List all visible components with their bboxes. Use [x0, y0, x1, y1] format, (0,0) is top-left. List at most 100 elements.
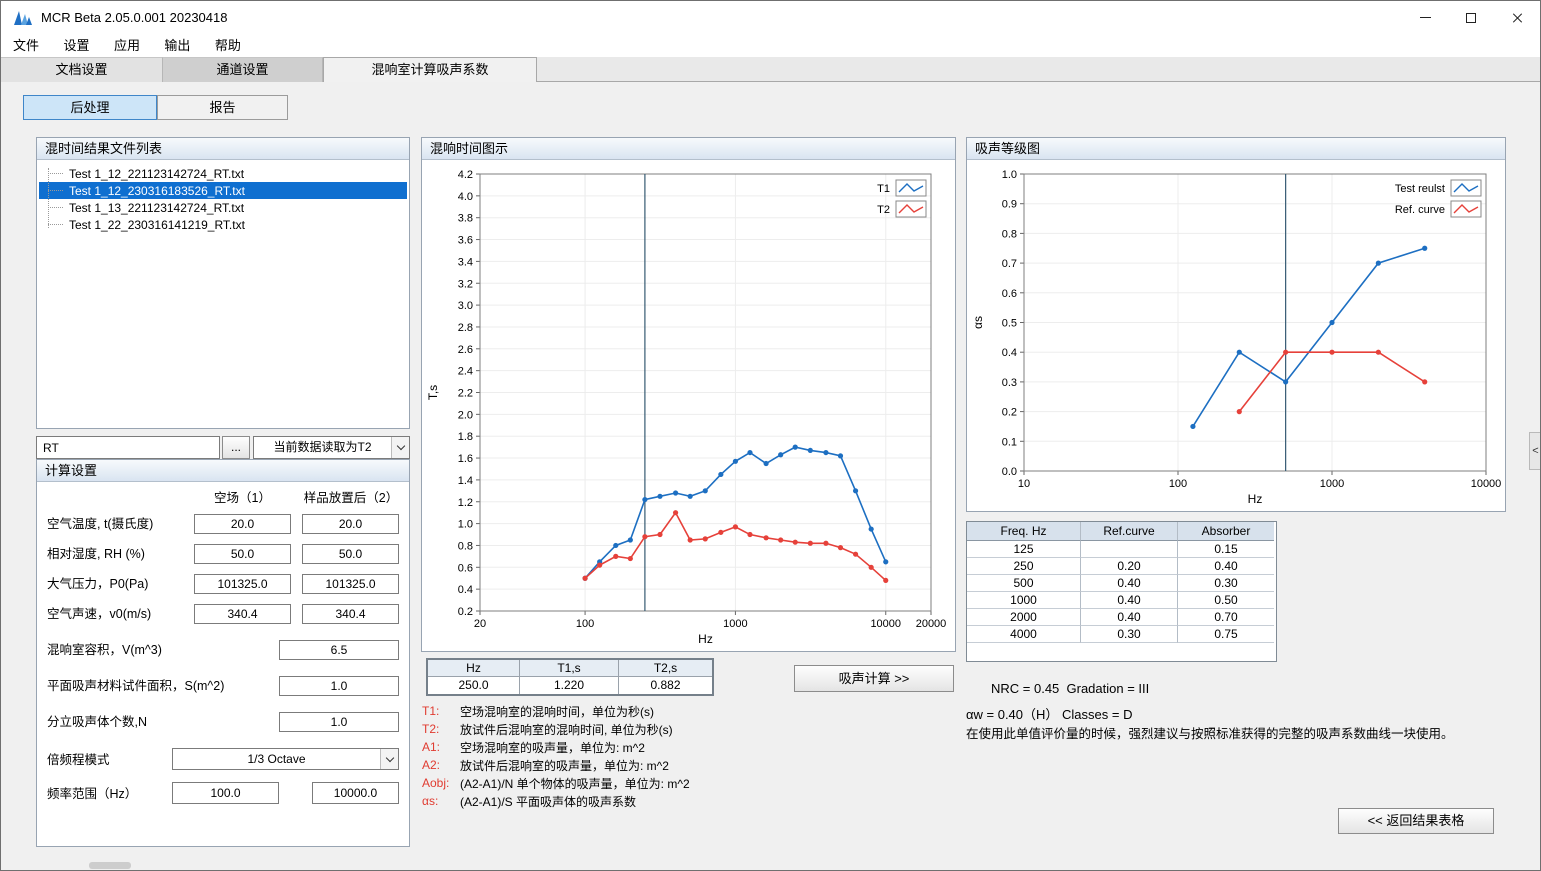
tree-rail	[48, 168, 49, 228]
table-row[interactable]: 125 0.15	[967, 541, 1276, 558]
svg-text:100: 100	[1169, 478, 1187, 490]
scrollbar-fragment[interactable]	[89, 862, 131, 869]
chevron-down-icon	[391, 437, 409, 458]
note-text: 放试件后混响室的混响时间, 单位为秒(s)	[460, 721, 673, 738]
tab-document-settings[interactable]: 文档设置	[1, 57, 163, 82]
cursor-t1-value: 1.220	[520, 677, 619, 694]
room-volume-label: 混响室容积，V(m^3)	[47, 640, 162, 660]
sample-area-field[interactable]	[279, 676, 399, 696]
freq-max-field[interactable]	[312, 782, 399, 804]
cell-absorber: 0.75	[1178, 626, 1274, 643]
file-item[interactable]: Test 1_13_221123142724_RT.txt	[37, 199, 409, 216]
titlebar: MCR Beta 2.05.0.001 20230418	[1, 1, 1540, 34]
pressure-field-1[interactable]	[194, 574, 291, 594]
nrc-summary: NRC = 0.45 Gradation = III	[991, 681, 1149, 696]
file-item-selected[interactable]: Test 1_12_230316183526_RT.txt	[39, 182, 407, 199]
octave-mode-select[interactable]: 1/3 Octave	[172, 748, 399, 770]
svg-text:0.6: 0.6	[1002, 288, 1017, 300]
svg-text:T,s: T,s	[426, 385, 440, 400]
air-temp-field-1[interactable]	[194, 514, 291, 534]
rt-cursor-table-row: 250.0 1.220 0.882	[428, 677, 712, 694]
file-item[interactable]: Test 1_12_221123142724_RT.txt	[37, 165, 409, 182]
table-row[interactable]: 2000 0.40 0.70	[967, 609, 1276, 626]
file-item-label: Test 1_22_230316141219_RT.txt	[69, 218, 245, 232]
svg-text:0.8: 0.8	[1002, 228, 1017, 240]
pressure-field-2[interactable]	[302, 574, 399, 594]
menu-file[interactable]: 文件	[3, 34, 49, 57]
menu-apply[interactable]: 应用	[104, 34, 150, 57]
browse-button[interactable]: ...	[222, 436, 250, 459]
cell-freq: 1000	[967, 592, 1081, 609]
humidity-field-2[interactable]	[302, 544, 399, 564]
menu-help[interactable]: 帮助	[205, 34, 251, 57]
table-row[interactable]: 4000 0.30 0.75	[967, 626, 1276, 643]
alpha-w-summary: αw = 0.40（H） Classes = D	[966, 704, 1132, 723]
table-row[interactable]: 1000 0.40 0.50	[967, 592, 1276, 609]
rating-table: Freq. Hz Ref.curve Absorber 125 0.15 250…	[966, 521, 1277, 662]
cell-absorber: 0.40	[1178, 558, 1274, 575]
note-aobj: Aobj: (A2-A1)/N 单个物体的吸声量，单位为: m^2	[422, 774, 690, 792]
close-button[interactable]	[1494, 1, 1540, 34]
data-target-value: 当前数据读取为T2	[254, 437, 391, 458]
svg-text:0.6: 0.6	[458, 562, 473, 574]
note-text: 空场混响室的混响时间，单位为秒(s)	[460, 703, 654, 720]
note-text: 放试件后混响室的吸声量，单位为: m^2	[460, 757, 669, 774]
return-results-button[interactable]: << 返回结果表格	[1338, 808, 1494, 834]
freq-min-field[interactable]	[172, 782, 279, 804]
app-window: MCR Beta 2.05.0.001 20230418 文件 设置 应用 输出…	[0, 0, 1541, 871]
rt-chart[interactable]: 0.20.40.60.81.01.21.41.61.82.02.22.42.62…	[422, 160, 955, 651]
svg-text:20: 20	[474, 618, 486, 630]
cell-absorber: 0.70	[1178, 609, 1274, 626]
calc-settings-panel: 计算设置 空场（1） 样品放置后（2） 空气温度, t(摄氏度) 相对湿度, R…	[36, 459, 410, 847]
svg-text:3.8: 3.8	[458, 213, 473, 225]
menu-output[interactable]: 输出	[154, 34, 200, 57]
svg-text:2.2: 2.2	[458, 388, 473, 400]
rt-name-input[interactable]	[36, 436, 220, 459]
svg-text:1.6: 1.6	[458, 453, 473, 465]
svg-text:Hz: Hz	[1248, 492, 1263, 506]
file-item[interactable]: Test 1_22_230316141219_RT.txt	[37, 216, 409, 233]
sound-speed-field-2[interactable]	[302, 604, 399, 624]
object-count-field[interactable]	[279, 712, 399, 732]
cell-absorber: 0.50	[1178, 592, 1274, 609]
rt-cursor-table: Hz T1,s T2,s 250.0 1.220 0.882	[426, 658, 714, 696]
room-volume-field[interactable]	[279, 640, 399, 660]
tree-dash-icon	[48, 207, 63, 208]
humidity-field-1[interactable]	[194, 544, 291, 564]
rating-chart[interactable]: 0.00.10.20.30.40.50.60.70.80.91.01010010…	[967, 160, 1505, 511]
file-item-label: Test 1_12_221123142724_RT.txt	[69, 167, 244, 181]
absorption-calc-button[interactable]: 吸声计算 >>	[794, 665, 954, 692]
tab-channel-settings[interactable]: 通道设置	[163, 57, 323, 82]
sound-speed-field-1[interactable]	[194, 604, 291, 624]
minimize-button[interactable]	[1402, 1, 1448, 34]
col-t2: T2,s	[619, 660, 712, 677]
tree-dash-icon	[48, 190, 63, 191]
definitions-notes: T1: 空场混响室的混响时间，单位为秒(s) T2: 放试件后混响室的混响时间,…	[422, 702, 690, 810]
svg-text:3.0: 3.0	[458, 300, 473, 312]
maximize-button[interactable]	[1448, 1, 1494, 34]
subtab-report[interactable]: 报告	[157, 95, 288, 120]
octave-mode-label: 倍频程模式	[47, 750, 110, 770]
freq-range-label: 频率范围（Hz）	[47, 784, 137, 804]
menu-settings[interactable]: 设置	[53, 34, 99, 57]
svg-text:0.4: 0.4	[1002, 347, 1017, 359]
close-icon	[1511, 12, 1523, 24]
sound-speed-label: 空气声速，v0(m/s)	[47, 604, 151, 624]
octave-mode-value: 1/3 Octave	[173, 749, 380, 769]
air-temp-field-2[interactable]	[302, 514, 399, 534]
minimize-icon	[1420, 17, 1431, 18]
note-a1: A1: 空场混响室的吸声量，单位为: m^2	[422, 738, 690, 756]
col-header-with-sample: 样品放置后（2）	[293, 490, 409, 506]
table-row[interactable]: 500 0.40 0.30	[967, 575, 1276, 592]
file-list-panel-title: 混时间结果文件列表	[37, 138, 409, 160]
air-temp-label: 空气温度, t(摄氏度)	[47, 514, 153, 534]
subtab-postprocess[interactable]: 后处理	[23, 95, 157, 120]
note-t2: T2: 放试件后混响室的混响时间, 单位为秒(s)	[422, 720, 690, 738]
table-row[interactable]: 250 0.20 0.40	[967, 558, 1276, 575]
cell-refcurve: 0.40	[1081, 575, 1178, 592]
tab-reverb-absorption[interactable]: 混响室计算吸声系数	[323, 57, 537, 82]
col-hz: Hz	[428, 660, 520, 677]
object-count-label: 分立吸声体个数,N	[47, 712, 147, 732]
data-target-select[interactable]: 当前数据读取为T2	[253, 436, 410, 459]
collapse-panel-handle[interactable]: <	[1529, 432, 1541, 470]
